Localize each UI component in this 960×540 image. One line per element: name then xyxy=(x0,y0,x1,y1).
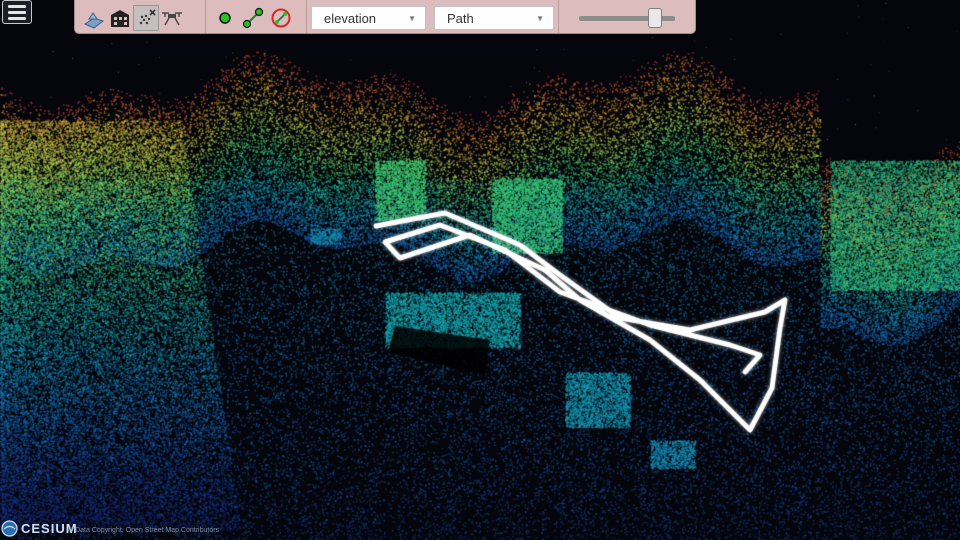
line-measure-icon xyxy=(242,7,264,29)
measure-group xyxy=(205,0,306,33)
point-budget-slider[interactable] xyxy=(577,6,677,30)
drone-icon xyxy=(162,12,182,26)
clear-measure-button[interactable] xyxy=(268,5,294,31)
point-measure-button[interactable] xyxy=(212,5,238,31)
datasets-group xyxy=(75,0,205,33)
cesium-globe-icon xyxy=(1,520,18,537)
path-color-select[interactable]: Path ▼ xyxy=(434,6,554,30)
menu-button[interactable] xyxy=(2,0,32,24)
line-measure-button[interactable] xyxy=(240,5,266,31)
drone-button[interactable] xyxy=(159,5,185,31)
pointcloud-toggle-button[interactable] xyxy=(133,5,159,31)
chevron-down-icon: ▼ xyxy=(408,13,416,23)
menu-bar-icon xyxy=(8,10,26,14)
terrain-layer-icon xyxy=(83,12,105,29)
clear-measure-icon xyxy=(271,8,291,28)
map-attribution[interactable]: © Data Copyright, Open Street Map Contri… xyxy=(68,527,219,534)
terrain-layer-button[interactable] xyxy=(81,5,107,31)
map-color-select[interactable]: elevation ▼ xyxy=(311,6,426,30)
toolbar: elevation ▼ Path ▼ xyxy=(74,0,696,34)
path-color-group: Path ▼ xyxy=(430,0,558,33)
building-layer-button[interactable] xyxy=(107,5,133,31)
map-color-value: elevation xyxy=(324,10,377,26)
chevron-down-icon: ▼ xyxy=(536,13,544,23)
menu-bar-icon xyxy=(8,16,26,20)
pointcloud-hide-icon xyxy=(139,9,156,25)
building-layer-icon xyxy=(111,10,129,27)
cesium-logo[interactable]: CESIUM xyxy=(1,520,78,537)
point-measure-icon xyxy=(219,12,231,24)
menu-bar-icon xyxy=(8,4,26,8)
path-color-value: Path xyxy=(447,10,474,26)
point-budget-group xyxy=(558,0,695,33)
point-cloud-viewport[interactable] xyxy=(0,0,960,540)
slider-thumb[interactable] xyxy=(648,8,662,28)
map-color-group: elevation ▼ xyxy=(306,0,430,33)
